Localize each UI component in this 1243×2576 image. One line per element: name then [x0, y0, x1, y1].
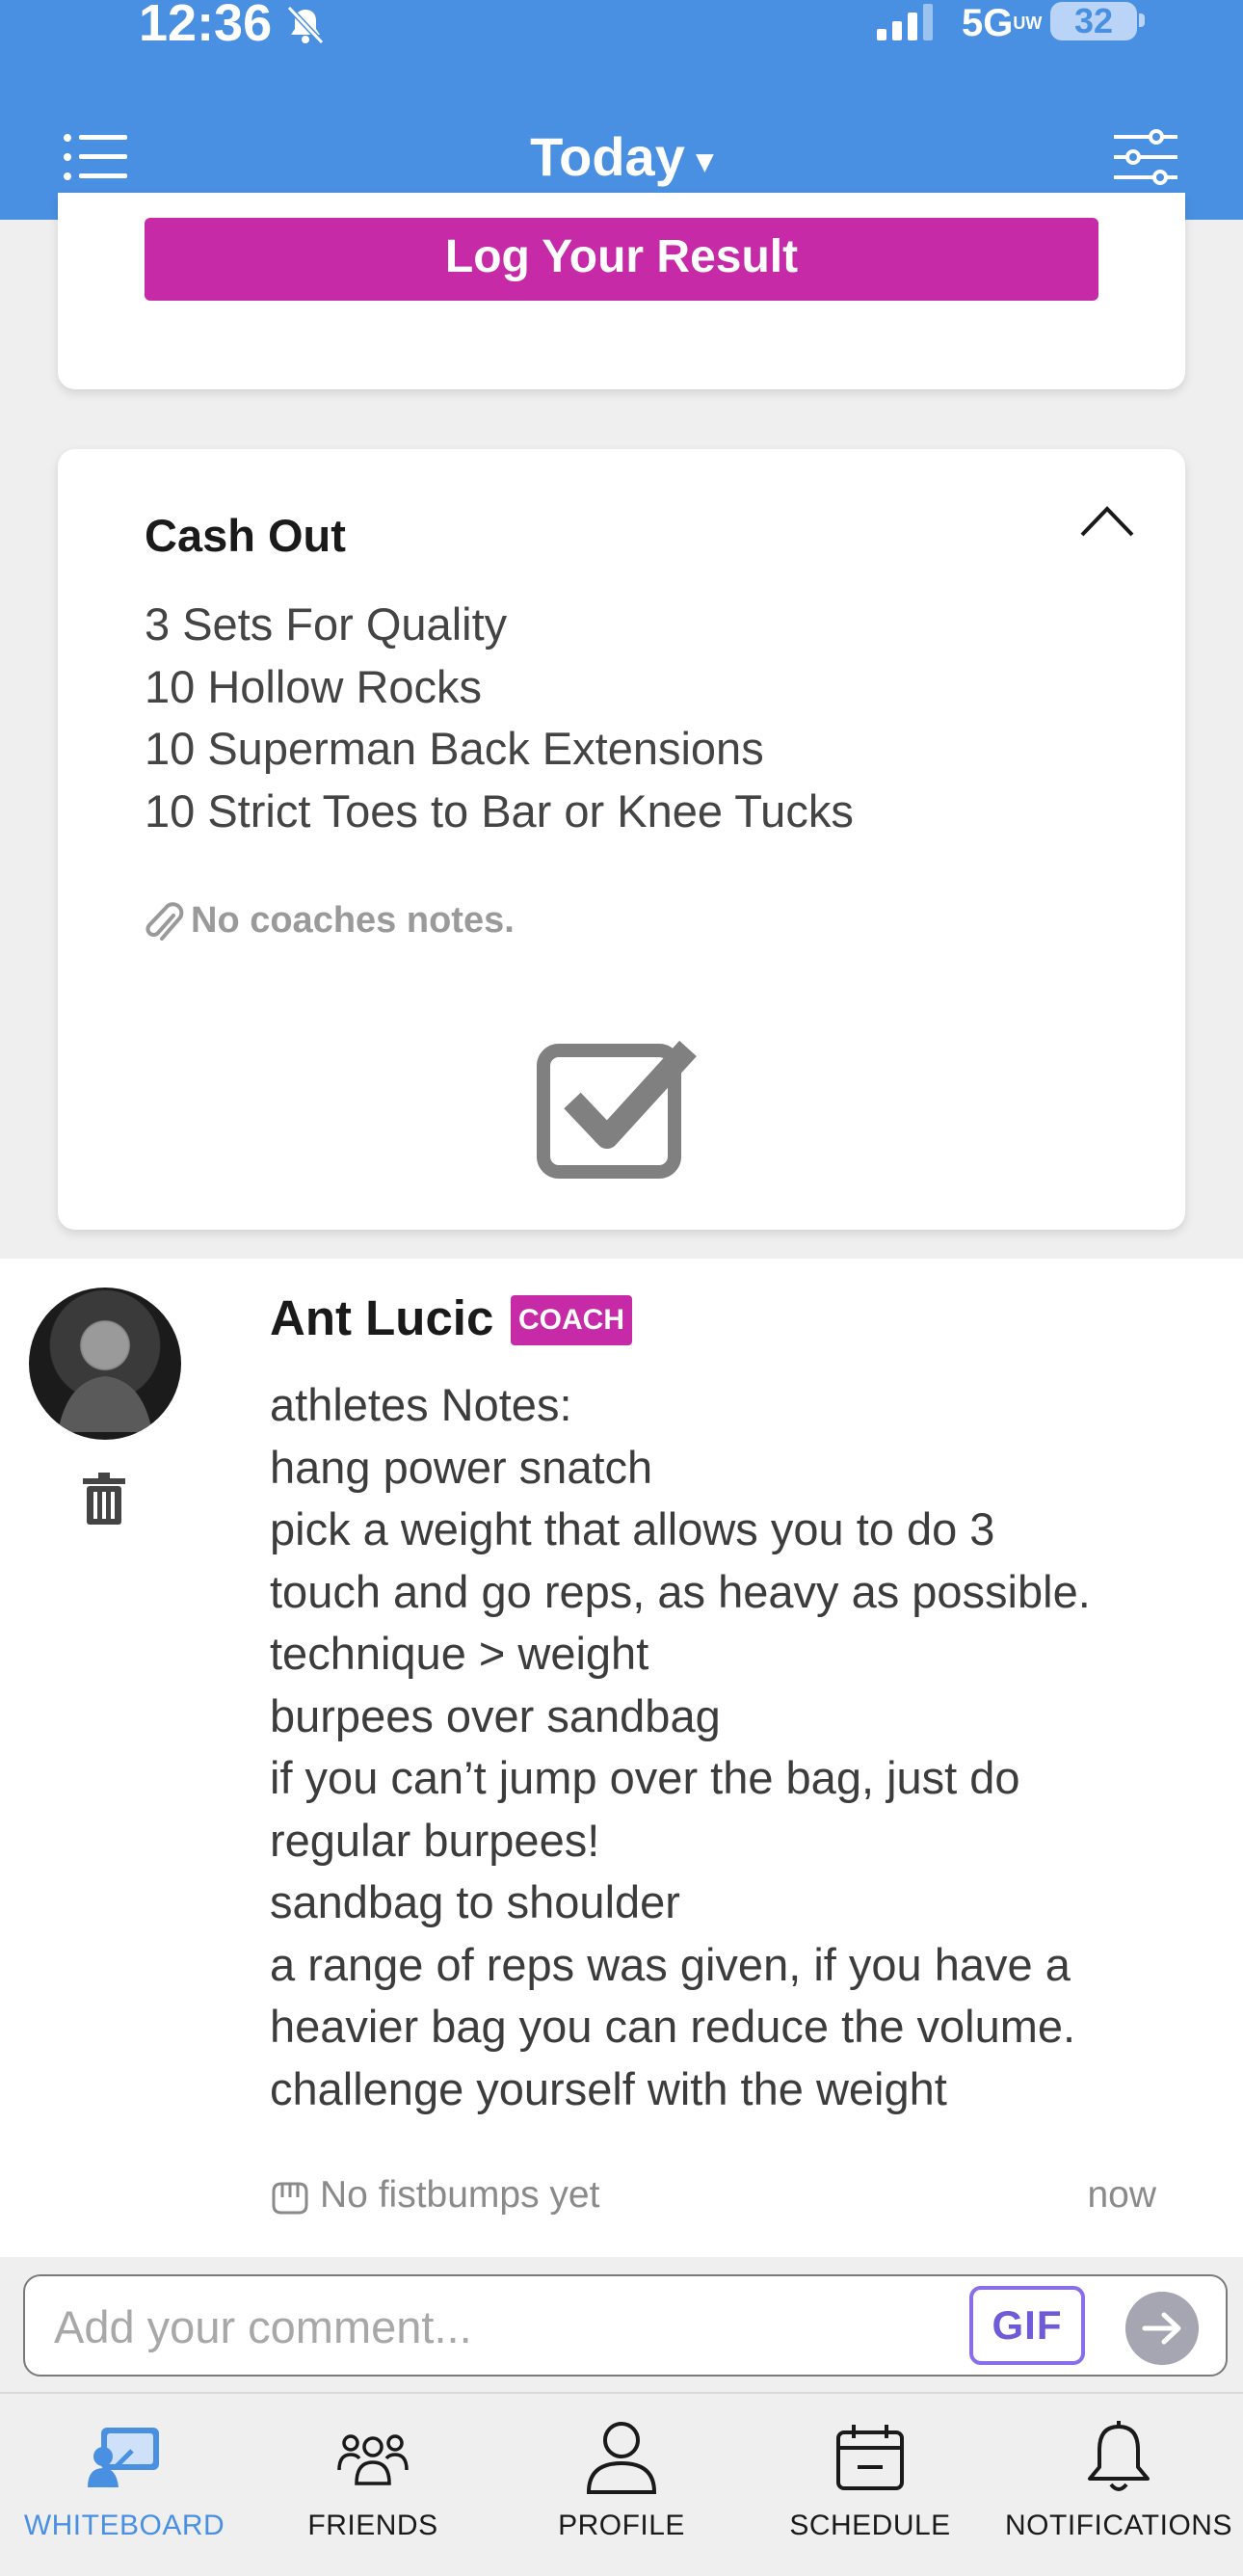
comment-timestamp: now — [1087, 2174, 1156, 2216]
tab-profile[interactable]: PROFILE — [497, 2411, 746, 2542]
cash-out-line: 10 Hollow Rocks — [145, 660, 483, 712]
bell-off-icon — [286, 5, 325, 45]
send-arrow-icon[interactable] — [1125, 2292, 1199, 2365]
network-indicator: 5GUW — [962, 2, 1043, 44]
comment-line: heavier bag you can reduce the volume. — [270, 2001, 1076, 2052]
tab-label: NOTIFICATIONS — [1005, 2510, 1232, 2541]
comment-thread: Ant Lucic COACH athletes Notes: hang pow… — [0, 1259, 1243, 2257]
comment-line: regular burpees! — [270, 1814, 600, 1866]
cash-out-card: Cash Out 3 Sets For Quality 10 Hollow Ro… — [58, 449, 1185, 1230]
page-title: Today — [530, 126, 685, 187]
comment-line: if you can’t jump over the bag, just do — [270, 1752, 1020, 1803]
cash-out-title: Cash Out — [145, 510, 346, 561]
avatar[interactable] — [29, 1288, 181, 1440]
comment-line: hang power snatch — [270, 1441, 653, 1493]
fistbump-button[interactable]: No fistbumps yet — [270, 2174, 599, 2217]
comment-line: sandbag to shoulder — [270, 1876, 680, 1927]
battery-indicator: 32 — [1050, 2, 1137, 40]
tab-notifications[interactable]: NOTIFICATIONS — [994, 2411, 1243, 2542]
tab-label: SCHEDULE — [789, 2510, 951, 2541]
comment-line: pick a weight that allows you to do 3 — [270, 1503, 995, 1554]
workout-card: Log Your Result — [58, 193, 1185, 389]
whiteboard-icon — [88, 2428, 159, 2487]
coach-badge: COACH — [511, 1295, 632, 1345]
chevron-up-icon[interactable] — [1079, 503, 1135, 538]
menu-list-icon[interactable] — [64, 133, 127, 181]
comment-line: a range of reps was given, if you have a — [270, 1938, 1071, 1990]
battery-tip — [1139, 13, 1145, 27]
filter-sliders-icon[interactable] — [1114, 129, 1177, 185]
cash-out-description: 3 Sets For Quality 10 Hollow Rocks 10 Su… — [145, 594, 854, 842]
comment-line: technique > weight — [270, 1628, 649, 1679]
comment-line: burpees over sandbag — [270, 1689, 721, 1741]
cash-out-line: 3 Sets For Quality — [145, 598, 508, 650]
comment-composer: GIF — [0, 2257, 1243, 2390]
date-selector[interactable]: Today ▾ — [463, 125, 780, 193]
tab-label: WHITEBOARD — [23, 2510, 225, 2541]
gif-button[interactable]: GIF — [969, 2286, 1085, 2365]
coach-notes: No coaches notes. — [145, 900, 515, 944]
cash-out-line: 10 Strict Toes to Bar or Knee Tucks — [145, 784, 854, 837]
tab-label: FRIENDS — [307, 2510, 438, 2541]
comment-line: challenge yourself with the weight — [270, 2062, 947, 2114]
profile-icon — [586, 2422, 657, 2494]
completed-checkbox-icon[interactable] — [534, 1037, 707, 1182]
status-time: 12:36 — [139, 0, 273, 52]
friends-icon — [337, 2434, 409, 2485]
comment-input-container: GIF — [23, 2274, 1228, 2377]
comment-input[interactable] — [54, 2296, 950, 2357]
app-header: 12:36 5GUW 32 Today ▾ — [0, 0, 1243, 220]
trash-icon[interactable] — [83, 1473, 125, 1525]
comment-line: athletes Notes: — [270, 1379, 572, 1430]
log-result-button[interactable]: Log Your Result — [145, 218, 1098, 301]
bell-icon — [1088, 2421, 1150, 2491]
cash-out-line: 10 Superman Back Extensions — [145, 723, 764, 774]
comment-author[interactable]: Ant Lucic — [270, 1289, 493, 1346]
bottom-tab-bar: WHITEBOARD FRIENDS PROFILE SCHEDULE NOTI… — [0, 2392, 1243, 2576]
tab-schedule[interactable]: SCHEDULE — [746, 2411, 994, 2542]
fistbump-icon — [272, 2182, 308, 2215]
tab-friends[interactable]: FRIENDS — [249, 2411, 497, 2542]
tab-label: PROFILE — [558, 2510, 685, 2541]
comment-line: touch and go reps, as heavy as possible. — [270, 1565, 1091, 1617]
comment-body: athletes Notes: hang power snatch pick a… — [270, 1374, 1195, 2120]
chevron-down-icon: ▾ — [696, 143, 713, 180]
schedule-icon — [836, 2425, 904, 2490]
tab-whiteboard[interactable]: WHITEBOARD — [0, 2411, 249, 2542]
signal-icon — [877, 4, 933, 40]
paperclip-icon — [145, 902, 184, 941]
